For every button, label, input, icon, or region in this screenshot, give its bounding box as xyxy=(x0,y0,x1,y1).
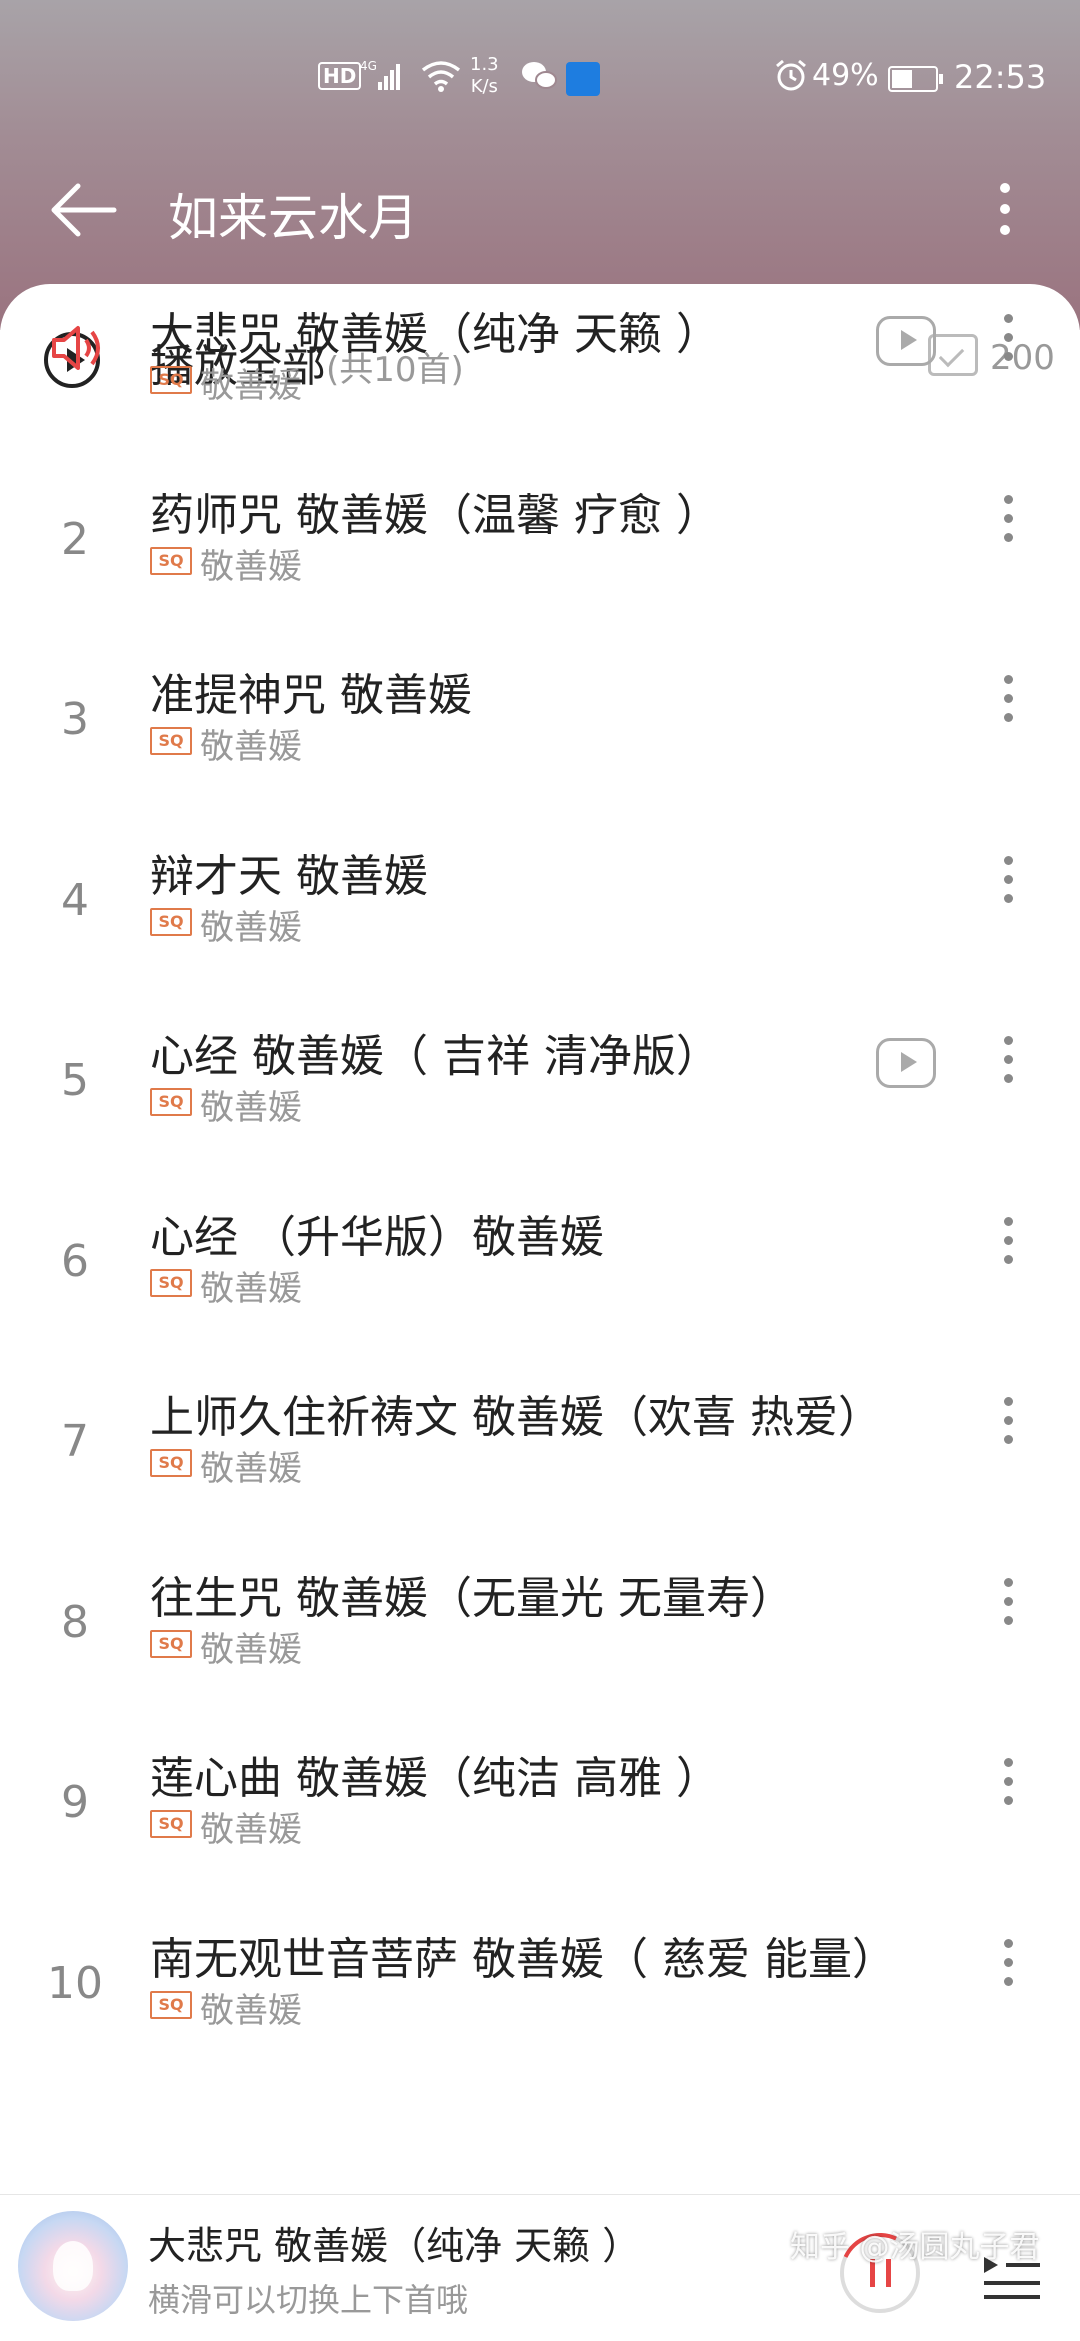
song-artist: 敬善媛 xyxy=(200,1810,302,1850)
song-more-icon[interactable] xyxy=(996,1935,1020,1999)
song-more-icon[interactable] xyxy=(996,1393,1020,1457)
song-artist: 敬善媛 xyxy=(200,1268,302,1309)
song-more-icon[interactable] xyxy=(996,1574,1020,1638)
status-bar: HD 4G 1.3 K/s 49% 22:53 xyxy=(0,50,1080,110)
song-list-panel: 播放全部(共10首) 200 大悲咒 敬善媛（纯净 天籁 ） SQ 敬善媛 2 … xyxy=(0,284,1080,2194)
song-more-icon[interactable] xyxy=(996,852,1020,916)
sq-quality-badge: SQ xyxy=(150,1629,192,1658)
song-title: 药师咒 敬善媛（温馨 疗愈 ） xyxy=(150,489,720,541)
song-title: 大悲咒 敬善媛（纯净 天籁 ） xyxy=(150,309,720,360)
song-index: 9 xyxy=(61,1777,89,1828)
song-artist: 敬善媛 xyxy=(200,727,302,767)
sq-quality-badge: SQ xyxy=(150,1810,192,1838)
swipe-hint: 横滑可以切换上下首哦 xyxy=(148,2281,469,2319)
song-index: 5 xyxy=(61,1055,89,1106)
song-title: 心经 （升华版）敬善媛 xyxy=(150,1211,604,1263)
song-more-icon[interactable] xyxy=(996,310,1020,374)
song-title: 上师久住祈祷文 敬善媛（欢喜 热爱） xyxy=(150,1392,882,1443)
song-title: 莲心曲 敬善媛（纯洁 高雅 ） xyxy=(150,1753,720,1804)
more-options-button[interactable] xyxy=(990,178,1020,242)
song-index: 7 xyxy=(61,1416,89,1467)
song-index: 8 xyxy=(61,1596,89,1648)
song-title: 准提神咒 敬善媛 xyxy=(150,670,472,721)
song-artist: 敬善媛 xyxy=(200,907,302,948)
song-more-icon[interactable] xyxy=(996,1754,1020,1818)
song-index: 2 xyxy=(61,513,89,565)
back-arrow-icon xyxy=(51,183,117,237)
clock: 22:53 xyxy=(954,58,1047,96)
sq-quality-badge: SQ xyxy=(150,727,192,755)
sq-quality-badge: SQ xyxy=(150,366,192,394)
battery-percentage: 49% xyxy=(812,58,879,93)
wechat-icon xyxy=(520,58,558,102)
song-title: 心经 敬善媛（ 吉祥 清净版） xyxy=(150,1031,720,1082)
page-title: 如来云水月 xyxy=(168,189,418,247)
video-play-icon[interactable] xyxy=(876,316,936,366)
signal-icon: 4G xyxy=(360,58,410,102)
watermark: 知乎 @汤圆丸子君 xyxy=(790,2230,1040,2265)
song-row[interactable]: 9 莲心曲 敬善媛（纯洁 高雅 ） SQ 敬善媛 xyxy=(0,1722,1080,1902)
song-more-icon[interactable] xyxy=(996,491,1020,555)
song-artist: 敬善媛 xyxy=(200,1088,302,1128)
app-bar: 如来云水月 xyxy=(0,160,1080,260)
song-index: 4 xyxy=(61,874,89,926)
sq-quality-badge: SQ xyxy=(150,907,192,936)
speaker-icon xyxy=(48,318,108,378)
wifi-icon xyxy=(420,58,462,102)
network-speed-value: 1.3 xyxy=(470,54,499,75)
song-row[interactable]: 10 南无观世音菩萨 敬善媛（ 慈爱 能量） SQ 敬善媛 xyxy=(0,1903,1080,2083)
song-more-icon[interactable] xyxy=(996,1032,1020,1096)
battery-icon xyxy=(888,66,943,92)
song-row[interactable]: 3 准提神咒 敬善媛 SQ 敬善媛 xyxy=(0,639,1080,819)
sq-quality-badge: SQ xyxy=(150,1268,192,1297)
song-row[interactable]: 8 往生咒 敬善媛（无量光 无量寿） SQ 敬善媛 xyxy=(0,1542,1080,1722)
song-title: 南无观世音菩萨 敬善媛（ 慈爱 能量） xyxy=(150,1933,896,1985)
song-artist: 敬善媛 xyxy=(200,1990,302,2031)
song-row[interactable]: 5 心经 敬善媛（ 吉祥 清净版） SQ 敬善媛 xyxy=(0,1000,1080,1180)
network-speed: 1.3 K/s xyxy=(470,54,499,98)
network-type: 4G xyxy=(360,59,377,73)
song-row[interactable]: 7 上师久住祈祷文 敬善媛（欢喜 热爱） SQ 敬善媛 xyxy=(0,1361,1080,1541)
hd-indicator: HD xyxy=(318,62,362,90)
song-artist: 敬善媛 xyxy=(200,366,302,406)
song-row[interactable]: 2 药师咒 敬善媛（温馨 疗愈 ） SQ 敬善媛 xyxy=(0,459,1080,639)
song-index: 10 xyxy=(47,1957,103,2009)
song-title: 往生咒 敬善媛（无量光 无量寿） xyxy=(150,1572,794,1624)
sq-quality-badge: SQ xyxy=(150,1088,192,1116)
network-speed-unit: K/s xyxy=(470,76,498,97)
sq-quality-badge: SQ xyxy=(150,546,192,575)
now-playing-title: 大悲咒 敬善媛（纯净 天籁 ） xyxy=(148,2224,641,2268)
video-play-icon[interactable] xyxy=(876,1038,936,1088)
song-row[interactable]: 6 心经 （升华版）敬善媛 SQ 敬善媛 xyxy=(0,1181,1080,1361)
song-artist: 敬善媛 xyxy=(200,1449,302,1489)
alarm-icon xyxy=(774,58,808,102)
sq-quality-badge: SQ xyxy=(150,1449,192,1477)
song-index: 6 xyxy=(61,1235,89,1287)
song-title: 辩才天 敬善媛 xyxy=(150,850,428,902)
song-row[interactable]: 4 辩才天 敬善媛 SQ 敬善媛 xyxy=(0,820,1080,1000)
song-more-icon[interactable] xyxy=(996,671,1020,735)
sq-quality-badge: SQ xyxy=(150,1990,192,2019)
song-index: 3 xyxy=(61,694,89,745)
app-notification-icon xyxy=(566,62,600,96)
song-more-icon[interactable] xyxy=(996,1213,1020,1277)
album-art[interactable] xyxy=(18,2211,128,2321)
mini-player[interactable]: 大悲咒 敬善媛（纯净 天籁 ） 横滑可以切换上下首哦 xyxy=(0,2194,1080,2341)
back-button[interactable] xyxy=(50,180,120,240)
song-artist: 敬善媛 xyxy=(200,1629,302,1670)
song-artist: 敬善媛 xyxy=(200,546,302,587)
song-row[interactable]: 大悲咒 敬善媛（纯净 天籁 ） SQ 敬善媛 xyxy=(0,278,1080,458)
